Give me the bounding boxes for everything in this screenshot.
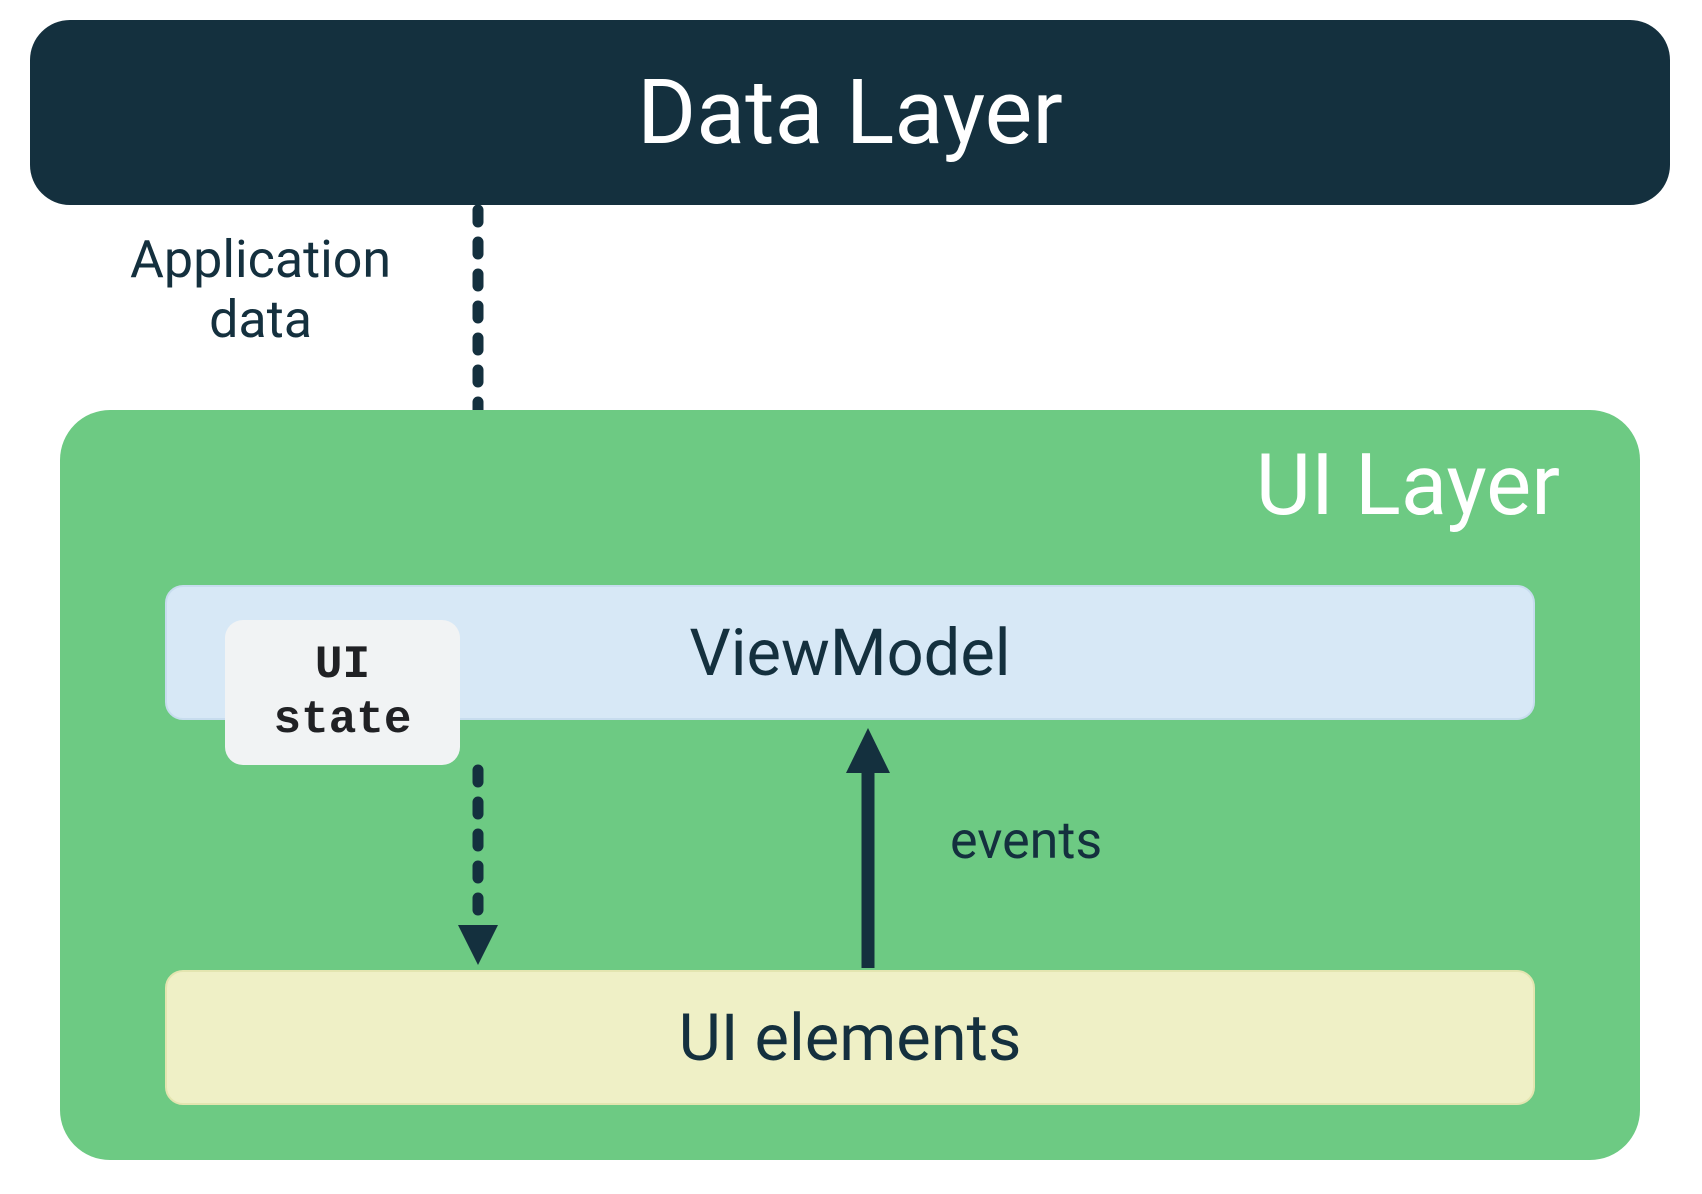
arrow-elements-to-viewmodel-icon — [838, 728, 898, 968]
events-label: events — [950, 810, 1102, 871]
architecture-diagram: Data Layer Application data UI Layer Vie… — [0, 0, 1702, 1194]
ui-elements-box: UI elements — [165, 970, 1535, 1105]
ui-layer-container: UI Layer ViewModel UI state UI elements … — [60, 410, 1640, 1160]
data-layer-title: Data Layer — [637, 60, 1063, 165]
ui-layer-title: UI Layer — [1256, 435, 1560, 535]
viewmodel-label: ViewModel — [689, 615, 1010, 691]
application-data-label: Application data — [130, 230, 391, 350]
arrow-viewmodel-to-elements-icon — [448, 770, 508, 970]
ui-state-label: UI state — [273, 638, 411, 747]
ui-state-box: UI state — [225, 620, 460, 765]
ui-elements-label: UI elements — [679, 1000, 1022, 1076]
data-layer-box: Data Layer — [30, 20, 1670, 205]
